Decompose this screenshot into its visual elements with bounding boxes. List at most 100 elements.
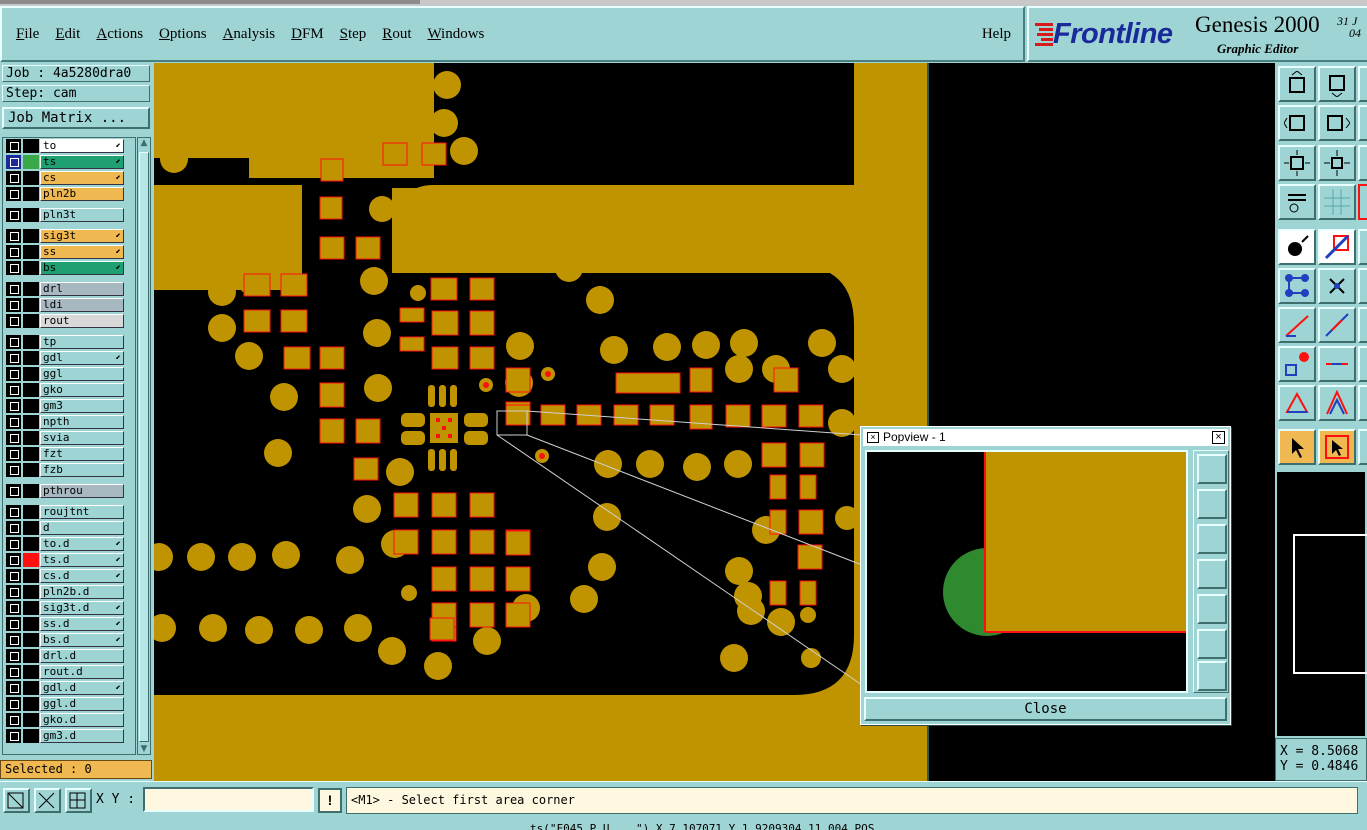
layer-checkbox[interactable]	[6, 537, 21, 551]
layer-color-swatch[interactable]	[23, 553, 39, 567]
layer-checkbox[interactable]	[6, 617, 21, 631]
layer-row-sig3t[interactable]: sig3t ⬋	[3, 228, 135, 244]
layer-name[interactable]: bs ⬋	[40, 261, 124, 275]
layer-color-swatch[interactable]	[23, 245, 39, 259]
layer-color-swatch[interactable]	[23, 314, 39, 328]
layer-name[interactable]: sig3t.d ⬋	[40, 601, 124, 615]
layer-name[interactable]: fzb	[40, 463, 124, 477]
xy-input[interactable]	[143, 787, 314, 812]
line-tool-icon[interactable]	[1278, 307, 1316, 343]
layer-row-rout[interactable]: rout	[3, 313, 135, 329]
layer-color-swatch[interactable]	[23, 431, 39, 445]
split-tool-icon[interactable]	[1318, 346, 1356, 382]
layer-list-scrollbar[interactable]: ▲ ▼	[137, 137, 151, 755]
graphic-canvas[interactable]	[154, 63, 929, 781]
layer-checkbox[interactable]	[6, 171, 21, 185]
layer-color-swatch[interactable]	[23, 383, 39, 397]
tool-icon[interactable]	[1358, 429, 1367, 465]
layer-name[interactable]: ldi	[40, 298, 124, 312]
arc-tool-icon[interactable]	[1318, 385, 1356, 421]
scroll-up-icon[interactable]: ▲	[138, 138, 150, 148]
select-arrow-icon[interactable]	[1278, 429, 1316, 465]
layer-row-to-d[interactable]: to.d ⬋	[3, 536, 135, 552]
popview-canvas[interactable]	[865, 450, 1188, 693]
layer-name[interactable]: ss ⬋	[40, 245, 124, 259]
layer-name[interactable]: gdl.d ⬋	[40, 681, 124, 695]
layer-color-swatch[interactable]	[23, 229, 39, 243]
layer-color-swatch[interactable]	[23, 649, 39, 663]
layer-checkbox[interactable]	[6, 245, 21, 259]
tool-icon[interactable]	[1358, 184, 1367, 220]
layer-checkbox[interactable]	[6, 155, 21, 169]
layer-checkbox[interactable]	[6, 139, 21, 153]
layer-row-ss-d[interactable]: ss.d ⬋	[3, 616, 135, 632]
layer-row-cs-d[interactable]: cs.d ⬋	[3, 568, 135, 584]
layer-name[interactable]: sig3t ⬋	[40, 229, 124, 243]
layer-color-swatch[interactable]	[23, 633, 39, 647]
tool-icon[interactable]	[1358, 268, 1367, 304]
layer-row-pln2b-d[interactable]: pln2b.d	[3, 584, 135, 600]
menu-rout[interactable]: Rout	[374, 26, 419, 43]
layer-name[interactable]: ggl.d	[40, 697, 124, 711]
layer-name[interactable]: tp	[40, 335, 124, 349]
layer-color-swatch[interactable]	[23, 399, 39, 413]
layer-checkbox[interactable]	[6, 649, 21, 663]
layer-checkbox[interactable]	[6, 282, 21, 296]
layer-color-swatch[interactable]	[23, 139, 39, 153]
layer-row-pln3t[interactable]: pln3t	[3, 207, 135, 223]
layer-row-cs[interactable]: cs ⬋	[3, 170, 135, 186]
layer-name[interactable]: ggl	[40, 367, 124, 381]
layer-name[interactable]: bs.d ⬋	[40, 633, 124, 647]
job-matrix-button[interactable]: Job Matrix ...	[2, 107, 150, 129]
layer-checkbox[interactable]	[6, 399, 21, 413]
layer-checkbox[interactable]	[6, 447, 21, 461]
layer-color-swatch[interactable]	[23, 187, 39, 201]
layer-name[interactable]: drl.d	[40, 649, 124, 663]
layer-row-ss[interactable]: ss ⬋	[3, 244, 135, 260]
layer-color-swatch[interactable]	[23, 697, 39, 711]
layer-row-npth[interactable]: npth	[3, 414, 135, 430]
layer-checkbox[interactable]	[6, 261, 21, 275]
settings-tool-icon[interactable]	[1278, 184, 1316, 220]
overview-map[interactable]	[1275, 470, 1367, 738]
layer-color-swatch[interactable]	[23, 713, 39, 727]
menu-help[interactable]: Help	[982, 26, 1011, 43]
layer-name[interactable]: gko	[40, 383, 124, 397]
pan-right-tool-icon[interactable]	[1318, 105, 1356, 141]
layer-row-drl[interactable]: drl	[3, 281, 135, 297]
layer-color-swatch[interactable]	[23, 282, 39, 296]
layer-checkbox[interactable]	[6, 585, 21, 599]
layer-name[interactable]: gdl ⬋	[40, 351, 124, 365]
pan-down-icon[interactable]	[1197, 524, 1227, 554]
layer-name[interactable]: ts ⬋	[40, 155, 124, 169]
layer-color-swatch[interactable]	[23, 367, 39, 381]
layer-color-swatch[interactable]	[23, 463, 39, 477]
layer-name[interactable]: cs.d ⬋	[40, 569, 124, 583]
pad-tool-icon[interactable]	[1278, 346, 1316, 382]
layer-name[interactable]: rout	[40, 314, 124, 328]
layer-row-ts-d[interactable]: ts.d ⬋	[3, 552, 135, 568]
layer-name[interactable]: ts.d ⬋	[40, 553, 124, 567]
layer-row-gko-d[interactable]: gko.d	[3, 712, 135, 728]
layer-checkbox[interactable]	[6, 298, 21, 312]
layer-color-swatch[interactable]	[23, 351, 39, 365]
tool-icon[interactable]	[1358, 145, 1367, 181]
layer-row-gm3-d[interactable]: gm3.d	[3, 728, 135, 744]
layer-row-bs[interactable]: bs ⬋	[3, 260, 135, 276]
tool-icon[interactable]	[1358, 66, 1367, 102]
layer-checkbox[interactable]	[6, 187, 21, 201]
grid-icon[interactable]	[65, 788, 92, 813]
layer-row-to[interactable]: to ⬋	[3, 138, 135, 154]
layer-name[interactable]: d	[40, 521, 124, 535]
layer-color-swatch[interactable]	[23, 665, 39, 679]
layer-color-swatch[interactable]	[23, 415, 39, 429]
pcb-board-view[interactable]	[154, 63, 929, 781]
layer-color-swatch[interactable]	[23, 585, 39, 599]
zoom-in-icon[interactable]	[1197, 629, 1227, 659]
layer-row-fzb[interactable]: fzb	[3, 462, 135, 478]
layer-name[interactable]: drl	[40, 282, 124, 296]
layer-color-swatch[interactable]	[23, 447, 39, 461]
menu-file[interactable]: File	[8, 26, 47, 43]
menu-options[interactable]: Options	[151, 26, 215, 43]
layer-row-sig3t-d[interactable]: sig3t.d ⬋	[3, 600, 135, 616]
